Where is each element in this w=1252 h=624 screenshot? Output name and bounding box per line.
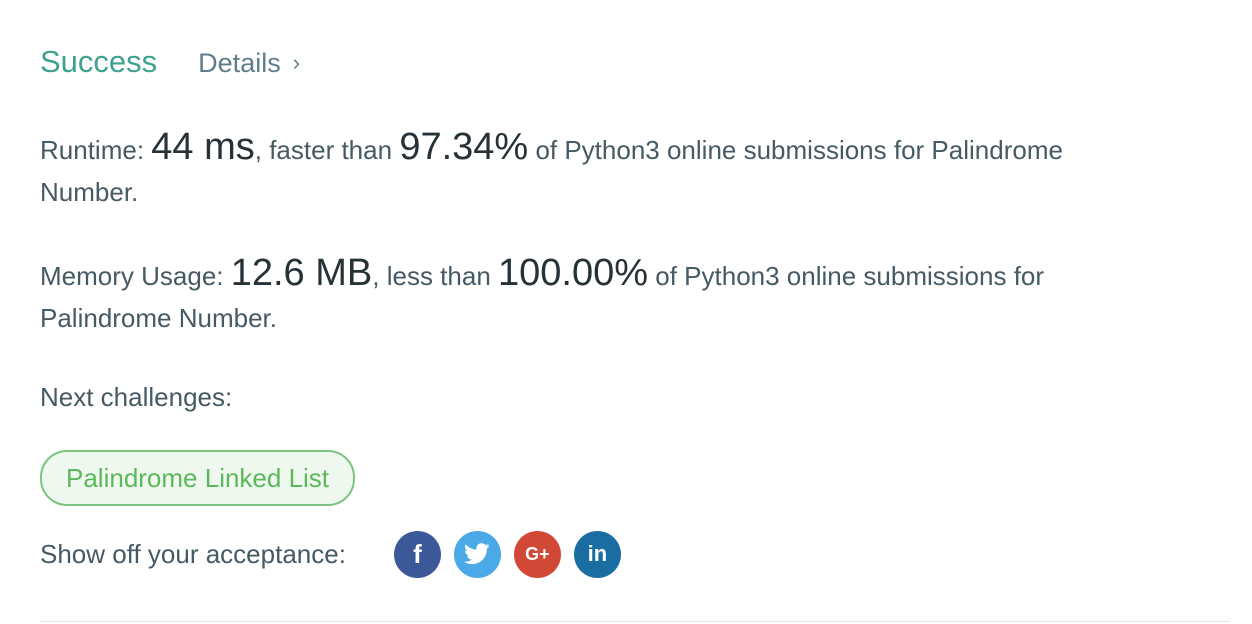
- divider: [40, 621, 1230, 622]
- result-header: Success Details ›: [40, 44, 300, 80]
- status-label: Success: [40, 44, 158, 79]
- share-row: Show off your acceptance: f G+ in: [40, 530, 621, 578]
- next-challenges-label: Next challenges:: [40, 382, 233, 412]
- google-plus-icon[interactable]: G+: [513, 530, 561, 578]
- memory-value: 12.6 MB: [230, 252, 373, 294]
- memory-stat: Memory Usage: 12.6 MB, less than 100.00%…: [40, 252, 1150, 339]
- twitter-icon[interactable]: [453, 530, 501, 578]
- details-link[interactable]: Details ›: [198, 48, 300, 79]
- memory-percent: 100.00%: [498, 252, 649, 294]
- runtime-value: 44 ms: [151, 126, 255, 168]
- runtime-stat: Runtime: 44 ms, faster than 97.34% of Py…: [40, 126, 1150, 213]
- runtime-comparison: , faster than: [254, 135, 393, 165]
- facebook-icon[interactable]: f: [393, 530, 441, 578]
- memory-label: Memory Usage:: [40, 261, 224, 291]
- memory-comparison: , less than: [372, 261, 491, 291]
- runtime-percent: 97.34%: [399, 126, 529, 168]
- details-label: Details: [198, 48, 281, 78]
- twitter-bird-icon: [464, 543, 491, 565]
- submission-result: Success Details › Runtime: 44 ms, faster…: [0, 0, 1252, 624]
- challenge-link-palindrome-linked-list[interactable]: Palindrome Linked List: [40, 450, 356, 506]
- linkedin-icon[interactable]: in: [573, 530, 621, 578]
- share-icons: f G+ in: [393, 530, 621, 578]
- chevron-right-icon: ›: [292, 50, 301, 75]
- runtime-label: Runtime:: [40, 135, 145, 165]
- share-label: Show off your acceptance:: [40, 538, 346, 569]
